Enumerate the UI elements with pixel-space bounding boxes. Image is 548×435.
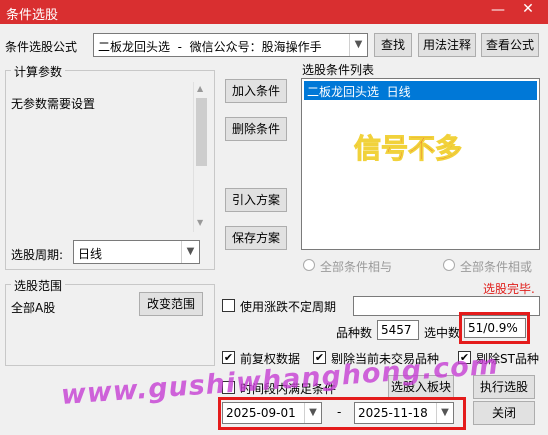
variety-count-field: 5457: [377, 320, 419, 340]
uncertain-period-label: 使用涨跌不定周期: [240, 300, 337, 314]
change-range-button[interactable]: 改变范围: [139, 292, 203, 316]
selected-count-field: 51/0.9%: [464, 318, 526, 338]
condition-item[interactable]: 二板龙回头选 日线: [304, 81, 537, 100]
delete-condition-button[interactable]: 删除条件: [225, 117, 287, 141]
overlay-note: 信号不多: [354, 134, 463, 166]
params-scroll-thumb[interactable]: [196, 98, 207, 166]
condition-item-label: 二板龙回头选 日线: [307, 85, 411, 99]
window-title: 条件选股: [6, 8, 59, 23]
date-to-value: 2025-11-18: [358, 406, 428, 420]
formula-label: 条件选股公式: [5, 40, 78, 54]
conditions-list[interactable]: 二板龙回头选 日线 信号不多: [301, 78, 540, 250]
date-separator: -: [337, 405, 342, 419]
find-button[interactable]: 查找: [374, 33, 412, 57]
date-from-picker[interactable]: 2025-09-01 ▼: [222, 402, 322, 424]
formula-select[interactable]: 二板龙回头选 - 微信公众号：股海操作手 ▼: [93, 33, 368, 57]
selected-count: 51/0.9%: [468, 321, 518, 335]
period-select[interactable]: 日线 ▼: [73, 240, 200, 264]
close-button[interactable]: 关闭: [473, 401, 535, 425]
view-formula-button[interactable]: 查看公式: [481, 33, 539, 57]
period-select-value: 日线: [78, 247, 103, 261]
variety-count: 5457: [381, 323, 412, 337]
date-from-value: 2025-09-01: [226, 406, 296, 420]
range-legend: 选股范围: [11, 277, 66, 294]
radio-or-label: 全部条件相或: [460, 260, 533, 274]
params-scrollbar[interactable]: ▲ ▼: [193, 82, 209, 232]
status-done: 选股完毕.: [483, 282, 535, 296]
radio-and-label: 全部条件相与: [320, 260, 393, 274]
chevron-down-icon[interactable]: ▼: [349, 34, 367, 56]
chevron-down-icon[interactable]: ▼: [304, 403, 321, 423]
chevron-down-icon[interactable]: ▼: [436, 403, 453, 423]
radio-or[interactable]: [443, 259, 455, 271]
minimize-icon[interactable]: —: [488, 2, 508, 20]
import-scheme-button[interactable]: 引入方案: [225, 188, 287, 212]
add-condition-button[interactable]: 加入条件: [225, 79, 287, 103]
forward-adjust-checkbox[interactable]: ✔: [222, 351, 235, 364]
radio-and[interactable]: [303, 259, 315, 271]
formula-select-value: 二板龙回头选 - 微信公众号：股海操作手: [98, 40, 322, 54]
uncertain-period-checkbox[interactable]: [222, 299, 235, 312]
check-icon: ✔: [223, 351, 234, 364]
params-text: 无参数需要设置: [11, 97, 96, 111]
close-icon[interactable]: ✕: [516, 1, 540, 21]
conditions-legend: 选股条件列表: [302, 63, 375, 77]
date-to-picker[interactable]: 2025-11-18 ▼: [354, 402, 454, 424]
variety-label: 品种数: [336, 326, 373, 340]
range-value: 全部A股: [11, 301, 56, 315]
scroll-down-icon[interactable]: ▼: [197, 218, 203, 227]
period-label: 选股周期:: [11, 248, 64, 262]
usage-notes-button[interactable]: 用法注释: [418, 33, 476, 57]
selected-label: 选中数: [424, 326, 461, 340]
params-legend: 计算参数: [11, 63, 66, 80]
chevron-down-icon[interactable]: ▼: [181, 241, 199, 263]
save-scheme-button[interactable]: 保存方案: [225, 226, 287, 250]
title-bar[interactable]: 条件选股 — ✕: [0, 0, 548, 24]
scroll-up-icon[interactable]: ▲: [197, 84, 203, 93]
